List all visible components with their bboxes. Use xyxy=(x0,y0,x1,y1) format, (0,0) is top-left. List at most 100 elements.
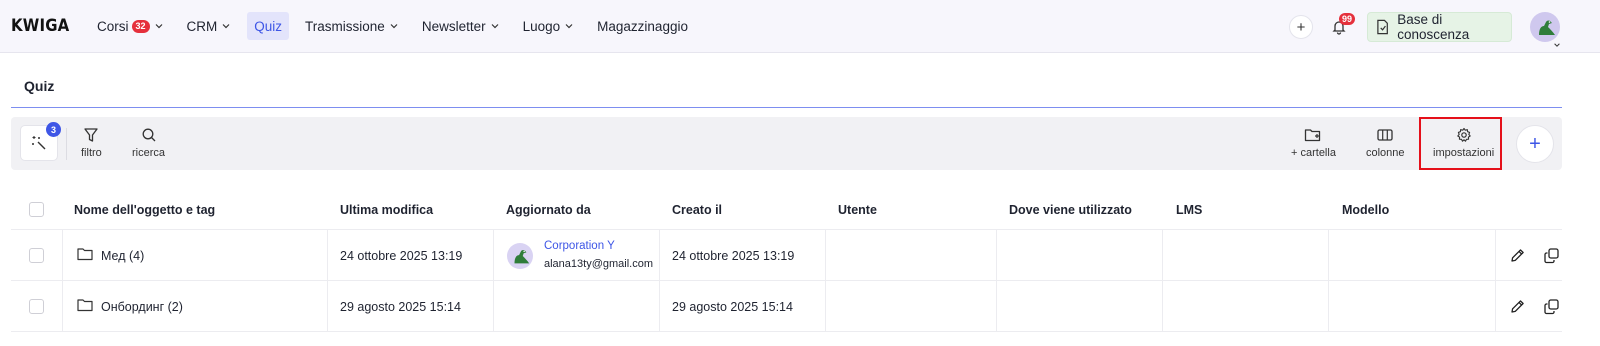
main-nav: Corsi 32 CRM Quiz Trasmissione Newslette… xyxy=(90,12,704,40)
table-row[interactable]: Мед (4) 24 ottobre 2025 13:19 Corporatio… xyxy=(11,230,1562,281)
cell-divider xyxy=(825,281,826,332)
plus-icon: + xyxy=(1529,132,1541,155)
nav-item-label: Magazzinaggio xyxy=(597,18,688,34)
title-divider xyxy=(11,107,1562,108)
list-toolbar: 3 filtro ricerca + cartella colonne impo… xyxy=(11,117,1562,170)
nav-item-corsi[interactable]: Corsi 32 xyxy=(90,12,171,40)
nav-item-newsletter[interactable]: Newsletter xyxy=(415,12,507,40)
plus-icon: + xyxy=(1296,18,1306,36)
modified-date: 29 agosto 2025 15:14 xyxy=(340,300,461,314)
nav-item-magazzinaggio[interactable]: Magazzinaggio xyxy=(590,12,695,40)
column-header-usage[interactable]: Dove viene utilizzato xyxy=(1009,203,1132,217)
column-header-created[interactable]: Creato il xyxy=(672,203,722,217)
cell-divider xyxy=(327,230,328,281)
table-row[interactable]: Онбординг (2) 29 agosto 2025 15:14 29 ag… xyxy=(11,281,1562,332)
created-date: 24 ottobre 2025 13:19 xyxy=(672,249,795,263)
edit-button[interactable] xyxy=(1507,296,1527,316)
document-icon xyxy=(1377,19,1388,35)
filter-button[interactable]: filtro xyxy=(81,127,102,159)
cell-divider xyxy=(1495,230,1496,281)
folder-icon xyxy=(77,248,93,261)
column-header-user[interactable]: Utente xyxy=(838,203,877,217)
duplicate-button[interactable] xyxy=(1541,296,1561,316)
cell-divider xyxy=(493,281,494,332)
nav-item-crm[interactable]: CRM xyxy=(180,12,239,40)
filter-label: filtro xyxy=(81,147,102,159)
nav-item-trasmissione[interactable]: Trasmissione xyxy=(298,12,406,40)
row-checkbox[interactable] xyxy=(29,299,44,314)
top-navigation-bar: KWIGA Corsi 32 CRM Quiz Trasmissione New… xyxy=(0,0,1600,53)
nav-item-label: Trasmissione xyxy=(305,18,385,34)
nav-item-label: Newsletter xyxy=(421,18,486,34)
chevron-down-icon xyxy=(221,21,231,31)
cell-divider xyxy=(1328,230,1329,281)
cell-divider xyxy=(659,281,660,332)
quick-add-button[interactable]: + xyxy=(1289,15,1313,39)
nav-item-quiz[interactable]: Quiz xyxy=(247,12,290,40)
updater-avatar xyxy=(507,243,533,269)
chevron-down-icon[interactable] xyxy=(1553,36,1561,54)
add-folder-label: + cartella xyxy=(1291,147,1336,159)
nav-item-label: Corsi xyxy=(97,18,129,34)
page-title: Quiz xyxy=(24,78,55,94)
updater-email: alana13ty@gmail.com xyxy=(544,258,653,270)
knowledge-base-button[interactable]: Base di conoscenza xyxy=(1367,12,1512,42)
columns-label: colonne xyxy=(1366,147,1405,159)
column-header-updated-by[interactable]: Aggiornato da xyxy=(506,203,591,217)
columns-icon xyxy=(1377,129,1393,141)
cell-divider xyxy=(825,230,826,281)
chevron-down-icon xyxy=(389,21,399,31)
corsi-count-badge: 32 xyxy=(131,19,150,33)
chevron-down-icon xyxy=(490,21,500,31)
table-header-row: Nome dell'oggetto e tag Ultima modifica … xyxy=(11,191,1562,230)
column-header-lms[interactable]: LMS xyxy=(1176,203,1202,217)
search-icon xyxy=(142,128,155,142)
folder-plus-icon xyxy=(1305,129,1321,142)
cell-divider xyxy=(996,281,997,332)
edit-button[interactable] xyxy=(1507,245,1527,265)
nav-item-label: Quiz xyxy=(254,18,283,34)
magic-wand-icon xyxy=(32,136,46,150)
row-checkbox[interactable] xyxy=(29,248,44,263)
cell-divider xyxy=(659,230,660,281)
cell-divider xyxy=(1162,281,1163,332)
pencil-icon xyxy=(1510,299,1524,313)
folder-icon xyxy=(77,299,93,312)
search-button[interactable]: ricerca xyxy=(132,127,165,159)
cell-divider xyxy=(1328,281,1329,332)
notifications-badge: 99 xyxy=(1339,13,1356,25)
nav-item-label: Luogo xyxy=(522,18,561,34)
add-quiz-button[interactable]: + xyxy=(1516,125,1554,163)
kwiga-logo[interactable]: KWIGA xyxy=(11,16,69,36)
magic-count-badge: 3 xyxy=(46,122,61,137)
column-header-name[interactable]: Nome dell'oggetto e tag xyxy=(74,203,215,217)
nav-item-luogo[interactable]: Luogo xyxy=(516,12,582,40)
select-all-checkbox[interactable] xyxy=(29,202,44,217)
item-name[interactable]: Онбординг (2) xyxy=(101,300,183,314)
knowledge-base-label: Base di conoscenza xyxy=(1397,12,1470,42)
columns-button[interactable]: colonne xyxy=(1366,127,1405,159)
chevron-down-icon xyxy=(564,21,574,31)
column-header-modified[interactable]: Ultima modifica xyxy=(340,203,433,217)
copy-icon xyxy=(1543,298,1559,314)
cell-divider xyxy=(1495,281,1496,332)
pencil-icon xyxy=(1510,248,1524,262)
item-name[interactable]: Мед (4) xyxy=(101,249,144,263)
column-header-template[interactable]: Modello xyxy=(1342,203,1389,217)
updater-name-link[interactable]: Corporation Y xyxy=(544,240,615,252)
filter-icon xyxy=(84,128,99,142)
settings-highlight-frame xyxy=(1419,117,1502,170)
add-folder-button[interactable]: + cartella xyxy=(1291,127,1336,159)
cell-divider xyxy=(62,230,63,281)
modified-date: 24 ottobre 2025 13:19 xyxy=(340,249,463,263)
duplicate-button[interactable] xyxy=(1541,245,1561,265)
created-date: 29 agosto 2025 15:14 xyxy=(672,300,793,314)
cell-divider xyxy=(62,281,63,332)
copy-icon xyxy=(1543,247,1559,263)
nav-item-label: CRM xyxy=(186,18,218,34)
cell-divider xyxy=(327,281,328,332)
cell-divider xyxy=(1162,230,1163,281)
chevron-down-icon xyxy=(154,21,164,31)
toolbar-divider xyxy=(66,128,67,160)
dinosaur-avatar-icon xyxy=(514,250,530,264)
